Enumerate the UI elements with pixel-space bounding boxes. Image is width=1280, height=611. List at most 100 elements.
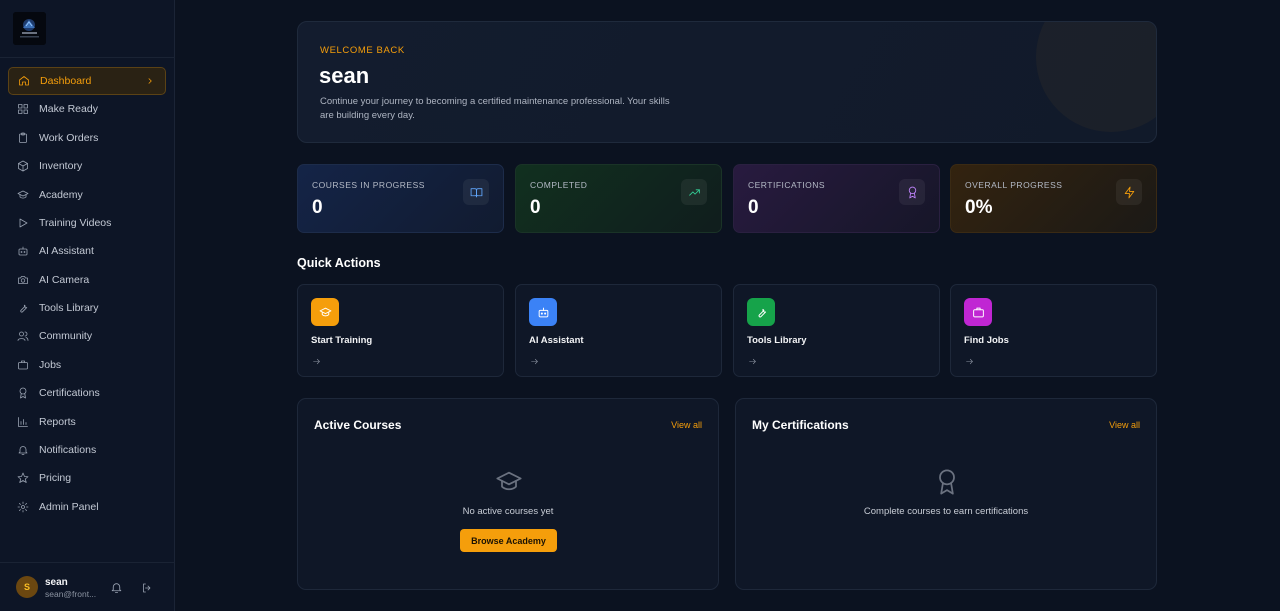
sidebar-item-label: Reports (39, 415, 76, 428)
chevron-right-icon (145, 76, 155, 86)
stat-value: 0 (748, 197, 759, 218)
wrench-icon (17, 302, 29, 314)
my-certifications-panel: My Certifications View all Complete cour… (735, 398, 1157, 590)
clipboard-icon (17, 132, 29, 144)
sidebar-item-label: Training Videos (39, 216, 112, 229)
sidebar-item-label: Admin Panel (39, 500, 99, 513)
sidebar-item-academy[interactable]: Academy (8, 181, 166, 209)
quick-action-label: Start Training (311, 335, 373, 346)
sidebar: Dashboard Make Ready Work Orders Invento… (0, 0, 175, 611)
sidebar-item-admin-panel[interactable]: Admin Panel (8, 493, 166, 521)
sidebar-item-notifications[interactable]: Notifications (8, 436, 166, 464)
trending-up-icon (681, 179, 707, 205)
browse-academy-button[interactable]: Browse Academy (460, 529, 557, 552)
award-icon (933, 468, 961, 496)
welcome-subtitle: Continue your journey to becoming a cert… (320, 96, 670, 121)
app-logo[interactable] (13, 12, 46, 45)
user-email: sean@front... (45, 589, 97, 599)
stat-completed: COMPLETED 0 (515, 164, 722, 233)
arrow-right-icon (965, 353, 974, 365)
sidebar-item-training-videos[interactable]: Training Videos (8, 209, 166, 237)
user-profile: S sean sean@front... (0, 562, 175, 611)
quick-action-tools-library[interactable]: Tools Library (733, 284, 940, 377)
settings-icon (17, 501, 29, 513)
users-icon (17, 330, 29, 342)
stat-label: COURSES IN PROGRESS (312, 180, 425, 190)
graduation-cap-icon (311, 298, 339, 326)
panel-title: Active Courses (314, 418, 402, 432)
award-icon (17, 387, 29, 399)
bell-icon (17, 444, 29, 456)
grid-icon (17, 103, 29, 115)
arrow-right-icon (530, 353, 539, 365)
welcome-name: sean (319, 63, 370, 88)
sidebar-item-label: Dashboard (40, 75, 92, 88)
camera-icon (17, 274, 29, 286)
sidebar-item-community[interactable]: Community (8, 322, 166, 350)
sidebar-item-label: Tools Library (39, 302, 99, 315)
sidebar-item-label: Academy (39, 188, 83, 201)
sidebar-item-certifications[interactable]: Certifications (8, 379, 166, 407)
bot-icon (17, 245, 29, 257)
stat-value: 0 (312, 197, 323, 218)
sidebar-item-ai-assistant[interactable]: AI Assistant (8, 237, 166, 265)
quick-action-start-training[interactable]: Start Training (297, 284, 504, 377)
briefcase-icon (964, 298, 992, 326)
sidebar-item-jobs[interactable]: Jobs (8, 351, 166, 379)
sidebar-item-pricing[interactable]: Pricing (8, 464, 166, 492)
stat-label: COMPLETED (530, 180, 588, 190)
quick-action-label: Tools Library (747, 335, 807, 346)
sidebar-item-inventory[interactable]: Inventory (8, 152, 166, 180)
view-all-link[interactable]: View all (671, 420, 702, 430)
sidebar-item-label: Certifications (39, 387, 100, 400)
stat-overall-progress: OVERALL PROGRESS 0% (950, 164, 1157, 233)
sidebar-item-label: Work Orders (39, 131, 99, 144)
sidebar-item-tools-library[interactable]: Tools Library (8, 294, 166, 322)
stat-certifications: CERTIFICATIONS 0 (733, 164, 940, 233)
empty-state-text: No active courses yet (462, 506, 554, 517)
panel-title: My Certifications (752, 418, 849, 432)
quick-action-label: Find Jobs (964, 335, 1009, 346)
bot-icon (529, 298, 557, 326)
briefcase-icon (17, 359, 29, 371)
book-open-icon (463, 179, 489, 205)
sidebar-item-label: Notifications (39, 443, 97, 456)
bell-icon[interactable] (110, 581, 123, 594)
sidebar-item-label: Inventory (39, 160, 83, 173)
sidebar-item-label: Jobs (39, 358, 62, 371)
sidebar-item-ai-camera[interactable]: AI Camera (8, 266, 166, 294)
quick-action-find-jobs[interactable]: Find Jobs (950, 284, 1157, 377)
welcome-card: WELCOME BACK sean Continue your journey … (297, 21, 1157, 143)
sidebar-item-label: AI Assistant (39, 245, 94, 258)
wrench-icon (747, 298, 775, 326)
empty-state-text: Complete courses to earn certifications (863, 506, 1029, 517)
stat-value: 0 (530, 197, 541, 218)
logout-icon[interactable] (141, 581, 153, 593)
stat-label: CERTIFICATIONS (748, 180, 826, 190)
sidebar-item-reports[interactable]: Reports (8, 408, 166, 436)
stat-courses-in-progress: COURSES IN PROGRESS 0 (297, 164, 504, 233)
bar-chart-icon (17, 416, 29, 428)
sidebar-item-work-orders[interactable]: Work Orders (8, 124, 166, 152)
zap-icon (1116, 179, 1142, 205)
box-icon (17, 160, 29, 172)
sidebar-item-make-ready[interactable]: Make Ready (8, 95, 166, 123)
decorative-circle (1036, 22, 1156, 132)
sidebar-item-label: AI Camera (39, 273, 90, 286)
sidebar-divider (0, 57, 175, 58)
award-icon (899, 179, 925, 205)
graduation-cap-icon (495, 468, 523, 496)
play-icon (17, 217, 29, 229)
welcome-kicker: WELCOME BACK (320, 45, 405, 56)
sidebar-nav: Dashboard Make Ready Work Orders Invento… (8, 67, 166, 521)
stat-label: OVERALL PROGRESS (965, 180, 1063, 190)
quick-action-ai-assistant[interactable]: AI Assistant (515, 284, 722, 377)
quick-action-label: AI Assistant (529, 335, 584, 346)
star-icon (17, 472, 29, 484)
arrow-right-icon (748, 353, 757, 365)
avatar[interactable]: S (16, 576, 38, 598)
sidebar-item-dashboard[interactable]: Dashboard (8, 67, 166, 96)
home-icon (18, 75, 30, 87)
view-all-link[interactable]: View all (1109, 420, 1140, 430)
sidebar-item-label: Pricing (39, 472, 72, 485)
